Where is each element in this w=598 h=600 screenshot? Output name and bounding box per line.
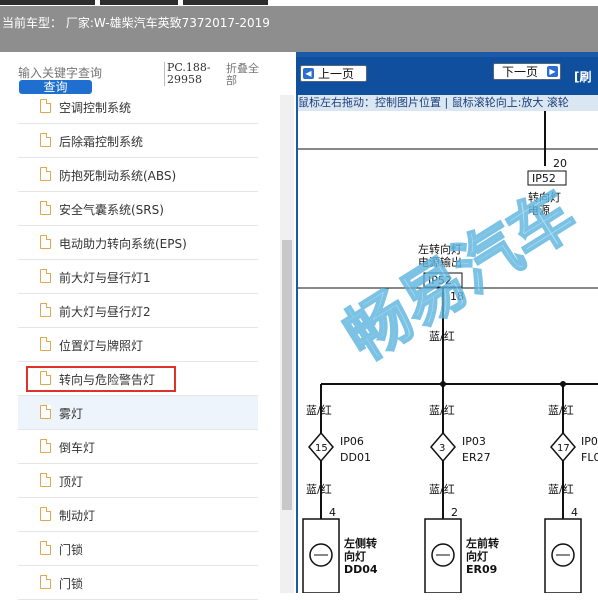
turn-power-label: 电源 [528,203,550,217]
file-icon [40,405,51,419]
top-tab[interactable] [183,0,268,5]
file-icon [40,507,51,521]
file-icon [40,269,51,283]
car-model-value: 厂家:W-雄柴汽车英致7372017-2019 [65,16,270,30]
svg-text:2: 2 [451,506,458,519]
file-icon [40,337,51,351]
list-item[interactable]: 倒车灯 [18,430,258,464]
hint-bar: 鼠标左右拖动：控制图片位置 | 鼠标滚轮向上:放大 滚轮 [298,95,598,111]
file-icon [40,99,51,113]
svg-text:IP06: IP06 [340,435,364,448]
svg-text:蓝/红: 蓝/红 [429,483,455,496]
svg-text:向灯: 向灯 [466,549,488,563]
svg-text:左侧转: 左侧转 [343,536,377,550]
tree-list: 空调控制系统 后除霜控制系统 防抱死制动系统(ABS) 安全气囊系统(SRS) … [18,98,258,600]
branch-2: 蓝/红 3 IP03 ER27 蓝/红 2 左前转 向灯 ER09 [424,384,499,593]
branch-3: 蓝/红 17 IP0 FL0 蓝/红 4 [544,384,598,593]
top-tab-strip [0,0,598,6]
svg-text:FL0: FL0 [581,451,598,464]
svg-text:17: 17 [557,443,570,454]
left-turn-label: 电源输出 [418,255,462,269]
svg-text:蓝/红: 蓝/红 [429,404,455,417]
list-item[interactable]: 电动助力转向系统(EPS) [18,226,258,260]
svg-text:3: 3 [439,443,445,454]
list-item[interactable]: 空调控制系统 [18,98,258,124]
svg-text:IP0: IP0 [581,435,598,448]
list-item[interactable]: 前大灯与昼行灯2 [18,294,258,328]
left-turn-label: 左转向灯 [418,242,462,256]
svg-text:DD01: DD01 [340,451,371,464]
car-model-label: 当前车型： [2,16,63,30]
list-item[interactable]: 顶灯 [18,464,258,498]
svg-text:蓝/红: 蓝/红 [306,404,332,417]
connector-label: IP52 [532,172,556,185]
scrollbar-thumb[interactable] [282,240,292,510]
svg-text:左前转: 左前转 [465,536,499,550]
file-icon [40,439,51,453]
svg-text:4: 4 [571,506,578,519]
wiring-diagram: 20 IP52 转向灯 电源 左转向灯 电源输出 IP52 18 蓝/红 蓝/红… [298,111,598,593]
pin-label: 18 [450,290,464,303]
svg-text:4: 4 [329,506,336,519]
list-item[interactable]: 门锁 [18,566,258,600]
file-icon [40,201,51,215]
svg-text:15: 15 [315,443,328,454]
svg-text:蓝/红: 蓝/红 [548,483,574,496]
file-icon [40,371,51,385]
refresh-link[interactable]: [刷 [574,68,592,85]
top-tab[interactable] [100,0,178,5]
list-item-selected[interactable]: 转向与危险警告灯 [18,362,258,396]
top-tab[interactable] [0,0,95,5]
file-icon [40,575,51,589]
pc-code: PC.188-29958 [164,62,223,86]
connector-label: IP52 [428,274,452,287]
wiring-diagram-canvas[interactable]: 20 IP52 转向灯 电源 左转向灯 电源输出 IP52 18 蓝/红 蓝/红… [298,111,598,593]
file-icon [40,235,51,249]
list-item[interactable]: 门锁 [18,532,258,566]
svg-text:DD04: DD04 [344,563,378,576]
arrow-left-icon: ◀ [303,68,314,79]
svg-text:IP03: IP03 [462,435,486,448]
list-item-hover[interactable]: 雾灯 [18,396,258,430]
list-item[interactable]: 前大灯与昼行灯1 [18,260,258,294]
branch-1: 蓝/红 15 IP06 DD01 蓝/红 4 左侧转 向灯 DD04 [302,384,378,593]
collapse-all-button[interactable]: 折叠全部 [226,63,266,87]
turn-power-label: 转向灯 [528,190,561,204]
car-model-info: 当前车型： 厂家:W-雄柴汽车英致7372017-2019 [2,14,270,31]
list-item[interactable]: 后除霜控制系统 [18,124,258,158]
list-item[interactable]: 安全气囊系统(SRS) [18,192,258,226]
wire-color-label: 蓝/红 [429,330,455,343]
list-item[interactable]: 位置灯与牌照灯 [18,328,258,362]
svg-text:向灯: 向灯 [344,549,366,563]
list-item[interactable]: 制动灯 [18,498,258,532]
query-button[interactable]: 查询 [19,80,92,94]
prev-page-button[interactable]: ◀ 上一页 [300,65,367,82]
pin-label: 20 [553,157,567,170]
svg-text:蓝/红: 蓝/红 [548,404,574,417]
svg-text:蓝/红: 蓝/红 [306,483,332,496]
next-page-button[interactable]: 下一页 ▶ [493,63,561,80]
file-icon [40,133,51,147]
file-icon [40,303,51,317]
arrow-right-icon: ▶ [547,66,558,77]
file-icon [40,473,51,487]
list-item[interactable]: 防抱死制动系统(ABS) [18,158,258,192]
file-icon [40,541,51,555]
file-icon [40,167,51,181]
svg-text:ER27: ER27 [462,451,491,464]
svg-text:ER09: ER09 [466,563,497,576]
